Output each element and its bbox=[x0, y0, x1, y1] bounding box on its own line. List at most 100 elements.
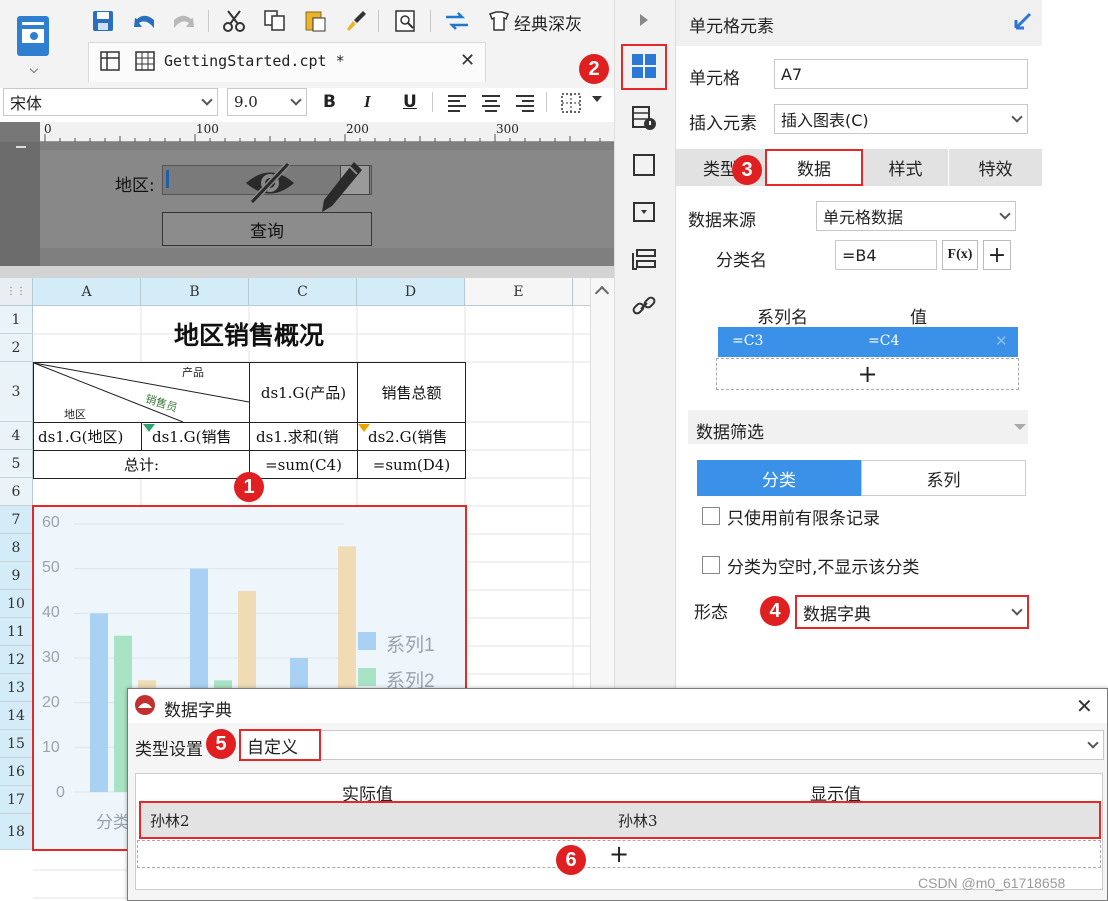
delete-series-icon[interactable]: ✕ bbox=[995, 332, 1008, 350]
row-header[interactable]: 7 bbox=[0, 506, 33, 534]
data-source-select[interactable]: 单元格数据 bbox=[816, 201, 1016, 231]
column-header[interactable]: B bbox=[141, 278, 249, 306]
column-header[interactable]: E bbox=[465, 278, 573, 306]
theme-label[interactable]: 经典深灰 bbox=[514, 10, 582, 35]
panel-title: 单元格元素 bbox=[689, 17, 774, 37]
dialog-close-icon[interactable]: ✕ bbox=[1076, 694, 1093, 718]
row-header[interactable]: 13 bbox=[0, 674, 33, 702]
hyperlink-icon[interactable] bbox=[628, 290, 660, 322]
insert-element-select[interactable]: 插入图表(C) bbox=[774, 104, 1028, 134]
select-all-corner[interactable]: ⋮⋮ bbox=[0, 278, 33, 306]
form-label: 形态 bbox=[694, 603, 728, 623]
cell-ab5[interactable]: 总计: bbox=[33, 450, 250, 479]
highlight-data-tab bbox=[765, 149, 863, 186]
grid-icon[interactable] bbox=[97, 48, 123, 74]
step-badge-6: 6 bbox=[556, 845, 586, 875]
row-header[interactable]: 2 bbox=[0, 334, 33, 362]
widget-frame-icon[interactable] bbox=[628, 149, 660, 181]
underline-button[interactable]: U bbox=[403, 92, 417, 112]
limit-records-label: 只使用前有限条记录 bbox=[727, 509, 880, 529]
align-center-icon[interactable] bbox=[478, 90, 504, 116]
redo-icon[interactable] bbox=[170, 8, 196, 34]
condition-attribute-icon[interactable] bbox=[628, 244, 660, 276]
formula-button[interactable]: F(x) bbox=[942, 240, 978, 270]
panel-expand-icon[interactable] bbox=[1012, 10, 1034, 36]
filter-collapse-icon[interactable] bbox=[1014, 424, 1026, 430]
row-header[interactable]: 5 bbox=[0, 450, 33, 478]
add-category-button[interactable]: + bbox=[983, 240, 1011, 270]
row-header[interactable]: 9 bbox=[0, 562, 33, 590]
app-logo-small-icon bbox=[134, 694, 156, 720]
add-series-button[interactable]: + bbox=[716, 358, 1019, 390]
hide-empty-category-label: 分类为空时,不显示该分类 bbox=[727, 558, 920, 578]
app-logo-icon[interactable] bbox=[14, 12, 54, 62]
value-header: 值 bbox=[910, 308, 927, 328]
cell-c4[interactable]: ds1.求和(销 bbox=[249, 422, 358, 451]
row-header[interactable]: 16 bbox=[0, 758, 33, 786]
collapse-arrow-icon[interactable] bbox=[640, 14, 648, 26]
row-header[interactable]: 6 bbox=[0, 478, 33, 506]
cut-icon[interactable] bbox=[221, 8, 247, 34]
paste-icon[interactable] bbox=[303, 8, 329, 34]
row-header[interactable]: 11 bbox=[0, 618, 33, 646]
cell-c3[interactable]: ds1.G(产品) bbox=[249, 362, 358, 423]
column-header[interactable]: C bbox=[249, 278, 357, 306]
preview-icon[interactable] bbox=[393, 8, 419, 34]
edit-pencil-icon[interactable] bbox=[320, 158, 364, 218]
save-icon[interactable] bbox=[90, 8, 116, 34]
filter-tab-series[interactable]: 系列 bbox=[861, 460, 1026, 496]
filter-tab-category[interactable]: 分类 bbox=[697, 460, 861, 496]
undo-icon[interactable] bbox=[132, 8, 158, 34]
border-icon[interactable] bbox=[558, 90, 584, 116]
category-name-label: 分类名 bbox=[716, 251, 767, 271]
switch-arrows-icon[interactable] bbox=[444, 8, 470, 34]
dialog-titlebar bbox=[128, 689, 1107, 723]
query-button[interactable]: 查询 bbox=[162, 212, 372, 246]
font-name-select[interactable]: 宋体 bbox=[3, 88, 218, 116]
hidden-eye-icon[interactable] bbox=[244, 160, 296, 210]
category-name-input[interactable]: =B4 bbox=[835, 240, 937, 270]
row-header[interactable]: 1 bbox=[0, 306, 33, 334]
font-size-select[interactable]: 9.0 bbox=[227, 88, 307, 116]
type-setting-select[interactable]: 自定义 bbox=[240, 730, 1104, 760]
italic-button[interactable]: I bbox=[364, 92, 371, 112]
format-brush-icon[interactable] bbox=[342, 8, 368, 34]
file-tab-name[interactable]: GettingStarted.cpt * bbox=[164, 52, 345, 70]
series-name-cell[interactable]: =C3 bbox=[732, 333, 763, 349]
border-dropdown-icon[interactable] bbox=[592, 96, 602, 102]
tab-effects[interactable]: 特效 bbox=[948, 149, 1042, 186]
dropdown-widget-icon[interactable] bbox=[628, 196, 660, 228]
highlight-type-setting bbox=[239, 729, 321, 761]
cell-attribute-icon[interactable] bbox=[628, 102, 660, 134]
cell-a4[interactable]: ds1.G(地区) bbox=[33, 422, 142, 451]
cell-field[interactable]: A7 bbox=[774, 59, 1028, 89]
theme-icon[interactable] bbox=[486, 8, 512, 34]
row-header[interactable]: 17 bbox=[0, 786, 33, 814]
row-header[interactable]: 10 bbox=[0, 590, 33, 618]
add-dictionary-row-button[interactable]: + bbox=[137, 840, 1101, 868]
row-header[interactable]: 18 bbox=[0, 814, 33, 850]
cell-d5[interactable]: =sum(D4) bbox=[357, 450, 466, 479]
cell-d4[interactable]: ds2.G(销售 bbox=[357, 422, 466, 451]
limit-records-checkbox[interactable] bbox=[702, 507, 720, 525]
report-title-cell[interactable]: 地区销售概况 bbox=[33, 306, 465, 362]
hide-empty-category-checkbox[interactable] bbox=[702, 556, 720, 574]
row-header[interactable]: 15 bbox=[0, 730, 33, 758]
column-header[interactable]: D bbox=[357, 278, 465, 306]
row-header[interactable]: 3 bbox=[0, 362, 33, 422]
column-header[interactable]: A bbox=[33, 278, 141, 306]
cell-d3[interactable]: 销售总额 bbox=[357, 362, 466, 423]
row-header[interactable]: 12 bbox=[0, 646, 33, 674]
close-tab-icon[interactable]: ✕ bbox=[460, 50, 475, 71]
copy-icon[interactable] bbox=[262, 8, 288, 34]
row-header[interactable]: 4 bbox=[0, 422, 33, 450]
cell-c5[interactable]: =sum(C4) bbox=[249, 450, 358, 479]
align-right-icon[interactable] bbox=[512, 90, 538, 116]
bold-button[interactable]: B bbox=[323, 92, 336, 112]
series-value-cell[interactable]: =C4 bbox=[868, 333, 899, 349]
align-left-icon[interactable] bbox=[444, 90, 470, 116]
row-header[interactable]: 8 bbox=[0, 534, 33, 562]
row-header[interactable]: 14 bbox=[0, 702, 33, 730]
cell-b4[interactable]: ds1.G(销售 bbox=[141, 422, 250, 451]
tab-style[interactable]: 样式 bbox=[862, 149, 948, 186]
